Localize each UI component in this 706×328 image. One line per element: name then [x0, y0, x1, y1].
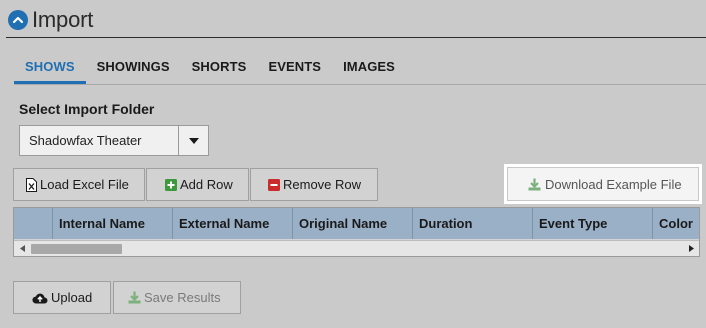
header-divider	[6, 37, 706, 38]
tab-images[interactable]: IMAGES	[332, 56, 406, 84]
import-folder-value: Shadowfax Theater	[29, 133, 142, 148]
add-row-label: Add Row	[180, 177, 233, 192]
add-row-button[interactable]: Add Row	[146, 168, 249, 201]
tab-shorts[interactable]: SHORTS	[181, 56, 258, 84]
download-example-file-button[interactable]: Download Example File	[507, 167, 699, 201]
plus-square-icon	[165, 178, 177, 191]
scroll-right-arrow-icon[interactable]	[683, 241, 699, 256]
load-excel-file-label: Load Excel File	[40, 177, 129, 192]
remove-row-label: Remove Row	[283, 177, 362, 192]
import-data-grid: Internal Name External Name Original Nam…	[13, 207, 700, 257]
horizontal-scrollbar[interactable]	[14, 240, 699, 256]
tab-bar: SHOWS SHOWINGS SHORTS EVENTS IMAGES	[14, 56, 706, 84]
chevron-up-circle-icon[interactable]	[8, 10, 28, 30]
cloud-upload-icon	[32, 292, 48, 304]
remove-row-button[interactable]: Remove Row	[250, 168, 378, 201]
column-header-color[interactable]: Color	[653, 208, 699, 239]
dropdown-arrow-icon[interactable]	[178, 126, 208, 155]
minus-square-icon	[268, 178, 280, 191]
bottom-actions: Upload Save Results	[13, 281, 242, 314]
save-results-label: Save Results	[144, 290, 221, 305]
upload-button[interactable]: Upload	[13, 281, 111, 314]
tab-showings[interactable]: SHOWINGS	[86, 56, 181, 84]
tab-shows[interactable]: SHOWS	[14, 56, 86, 84]
column-header-original-name[interactable]: Original Name	[293, 208, 413, 239]
download-example-file-label: Download Example File	[545, 176, 682, 192]
import-folder-label: Select Import Folder	[19, 101, 155, 117]
grid-toolbar: Load Excel File Add Row Remove Row	[13, 168, 379, 201]
load-excel-file-button[interactable]: Load Excel File	[13, 168, 145, 201]
column-header-internal-name[interactable]: Internal Name	[53, 208, 173, 239]
download-icon	[528, 178, 541, 191]
import-folder-select[interactable]: Shadowfax Theater	[19, 125, 209, 156]
download-icon	[128, 291, 141, 304]
excel-file-icon	[26, 177, 37, 192]
column-header-select[interactable]	[14, 208, 53, 239]
download-example-highlight: Download Example File	[504, 164, 702, 204]
upload-label: Upload	[51, 290, 93, 305]
column-header-duration[interactable]: Duration	[413, 208, 533, 239]
scrollbar-thumb[interactable]	[31, 244, 122, 254]
column-header-external-name[interactable]: External Name	[173, 208, 293, 239]
tabs-divider	[14, 84, 706, 85]
column-header-event-type[interactable]: Event Type	[533, 208, 653, 239]
grid-header-row: Internal Name External Name Original Nam…	[14, 208, 699, 239]
save-results-button[interactable]: Save Results	[113, 281, 241, 314]
tab-events[interactable]: EVENTS	[257, 56, 332, 84]
scroll-left-arrow-icon[interactable]	[14, 241, 30, 256]
page-header: Import	[8, 6, 93, 34]
page-title: Import	[32, 7, 94, 32]
